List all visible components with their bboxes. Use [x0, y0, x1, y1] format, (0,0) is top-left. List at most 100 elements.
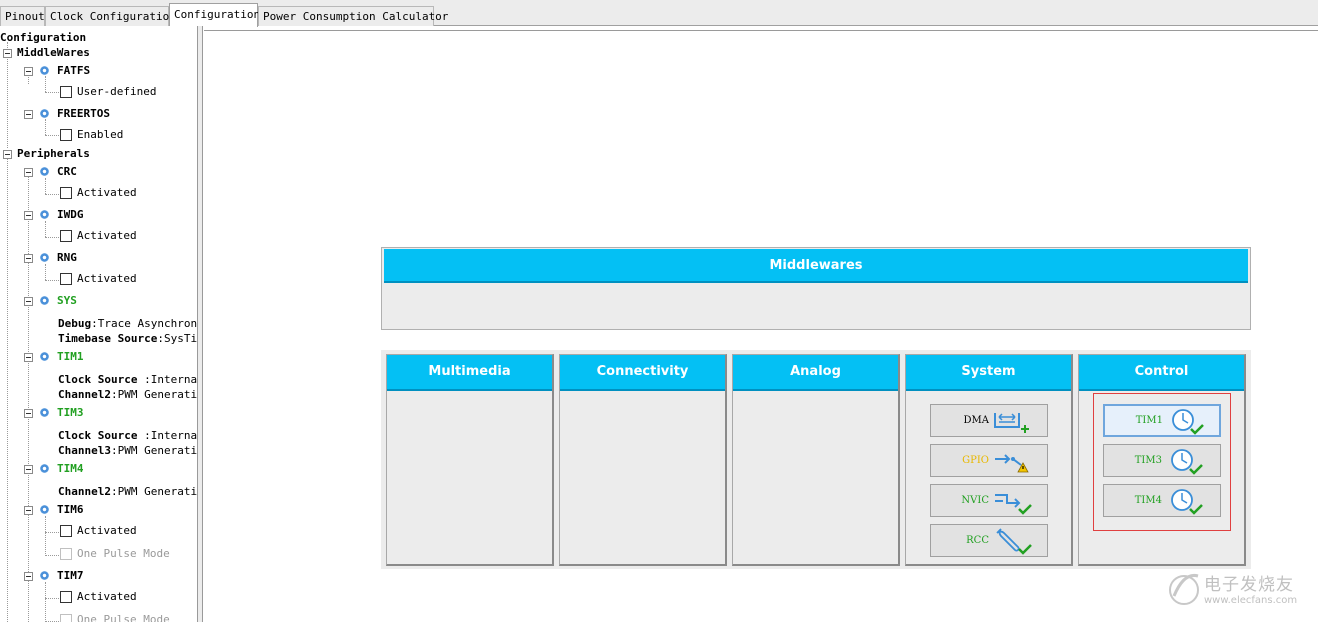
splitter-handle[interactable]	[198, 26, 203, 622]
gear-icon	[40, 408, 49, 417]
sys-debug-setting[interactable]: Debug:Trace Asynchrono	[58, 316, 197, 332]
tim3-channel[interactable]: Channel3:PWM Generatio	[58, 443, 197, 459]
tree-item-tim7[interactable]: TIM7	[57, 568, 84, 584]
tab-clock-configuration[interactable]: Clock Configuration	[45, 6, 176, 26]
tree-item-tim6[interactable]: TIM6	[57, 502, 84, 518]
watermark-url: www.elecfans.com	[1204, 595, 1298, 606]
gear-icon	[40, 352, 49, 361]
category-connectivity: Connectivity	[559, 354, 727, 566]
gear-icon	[40, 296, 49, 305]
tree-item-tim3[interactable]: TIM3	[57, 405, 84, 421]
checkbox-activated[interactable]	[60, 273, 72, 285]
checkbox-activated[interactable]	[60, 591, 72, 603]
gear-icon	[40, 167, 49, 176]
tim3-button[interactable]: TIM3	[1103, 444, 1221, 477]
option-label: One Pulse Mode	[77, 547, 170, 560]
tree-item-rng[interactable]: RNG	[57, 250, 77, 266]
tree-item-sys[interactable]: SYS	[57, 293, 77, 309]
option-label: Activated	[77, 590, 137, 603]
collapse-icon[interactable]	[3, 150, 12, 159]
option-label: Activated	[77, 272, 137, 285]
checkbox-one-pulse-mode	[60, 614, 72, 622]
collapse-icon[interactable]	[24, 211, 33, 220]
gear-icon	[40, 210, 49, 219]
tree-item-fatfs[interactable]: FATFS	[57, 63, 90, 79]
tim4-button[interactable]: TIM4	[1103, 484, 1221, 517]
option-label: User-defined	[77, 85, 157, 98]
collapse-icon[interactable]	[24, 168, 33, 177]
checkbox-activated[interactable]	[60, 230, 72, 242]
checkbox-enabled[interactable]	[60, 129, 72, 141]
tim1-button[interactable]: TIM1	[1103, 404, 1221, 437]
tree-middlewares[interactable]: MiddleWares	[17, 45, 90, 61]
gear-icon	[40, 253, 49, 262]
tree-item-crc[interactable]: CRC	[57, 164, 77, 180]
sys-timebase-setting[interactable]: Timebase Source:SysTi	[58, 331, 197, 347]
button-label: TIM3	[1134, 455, 1162, 466]
watermark-logo: 电子发烧友 www.elecfans.com	[1164, 564, 1304, 614]
tab-power-consumption-calculator[interactable]: Power Consumption Calculator	[258, 6, 448, 26]
tree-root-configuration[interactable]: Configuration	[0, 30, 86, 46]
option-label: Activated	[77, 524, 137, 537]
collapse-icon[interactable]	[24, 353, 33, 362]
category-header: Control	[1079, 355, 1244, 391]
checkbox-user-defined[interactable]	[60, 86, 72, 98]
tree-item-tim1[interactable]: TIM1	[57, 349, 84, 365]
dma-button[interactable]: DMA	[930, 404, 1048, 437]
tree-item-tim4[interactable]: TIM4	[57, 461, 84, 477]
middlewares-panel: Middlewares	[381, 247, 1251, 330]
tim1-clock-source[interactable]: Clock Source :Interna	[58, 372, 197, 388]
tim4-channel[interactable]: Channel2:PWM Generatio	[58, 484, 197, 500]
tim3-clock-source[interactable]: Clock Source :Interna	[58, 428, 197, 444]
collapse-icon[interactable]	[24, 572, 33, 581]
tree-item-freertos[interactable]: FREERTOS	[57, 106, 110, 122]
tab-pinout[interactable]: Pinout	[0, 6, 45, 26]
dma-icon	[994, 413, 1029, 433]
button-label: TIM1	[1135, 415, 1163, 426]
tab-bar: Pinout Clock Configuration Configuration…	[0, 0, 1318, 27]
tree-item-iwdg[interactable]: IWDG	[57, 207, 84, 223]
category-multimedia: Multimedia	[386, 354, 554, 566]
gear-icon	[40, 109, 49, 118]
watermark-text: 电子发烧友	[1204, 575, 1294, 595]
button-label: TIM4	[1134, 495, 1162, 506]
gear-icon	[40, 571, 49, 580]
tab-configuration[interactable]: Configuration	[169, 3, 260, 27]
checkbox-activated[interactable]	[60, 525, 72, 537]
middlewares-header: Middlewares	[384, 249, 1248, 283]
checkbox-one-pulse-mode	[60, 548, 72, 560]
collapse-icon[interactable]	[3, 49, 12, 58]
option-label: One Pulse Mode	[77, 613, 170, 622]
tree-peripherals[interactable]: Peripherals	[17, 146, 90, 162]
timer-icon	[1171, 449, 1203, 475]
checkbox-activated[interactable]	[60, 187, 72, 199]
gpio-button[interactable]: GPIO	[930, 444, 1048, 477]
button-label: GPIO	[962, 455, 989, 466]
option-label: Activated	[77, 186, 137, 199]
gear-icon	[40, 505, 49, 514]
nvic-icon	[995, 494, 1032, 515]
nvic-button[interactable]: NVIC	[930, 484, 1048, 517]
configuration-tree[interactable]: Configuration MiddleWares FATFS User-def…	[0, 26, 198, 622]
collapse-icon[interactable]	[24, 409, 33, 418]
button-label: RCC	[966, 535, 989, 546]
collapse-icon[interactable]	[24, 297, 33, 306]
category-header: System	[906, 355, 1071, 391]
collapse-icon[interactable]	[24, 110, 33, 119]
option-label: Activated	[77, 229, 137, 242]
button-label: DMA	[963, 415, 989, 426]
timer-icon	[1171, 489, 1203, 515]
tim1-channel[interactable]: Channel2:PWM Generatio	[58, 387, 197, 403]
collapse-icon[interactable]	[24, 67, 33, 76]
rcc-button[interactable]: RCC	[930, 524, 1048, 557]
option-label: Enabled	[77, 128, 124, 141]
gear-icon	[40, 464, 49, 473]
timer-icon	[1172, 409, 1204, 435]
collapse-icon[interactable]	[24, 254, 33, 263]
category-analog: Analog	[732, 354, 900, 566]
category-header: Multimedia	[387, 355, 552, 391]
collapse-icon[interactable]	[24, 465, 33, 474]
gpio-icon	[995, 454, 1029, 473]
elecfans-logo-icon	[1169, 573, 1199, 605]
collapse-icon[interactable]	[24, 506, 33, 515]
